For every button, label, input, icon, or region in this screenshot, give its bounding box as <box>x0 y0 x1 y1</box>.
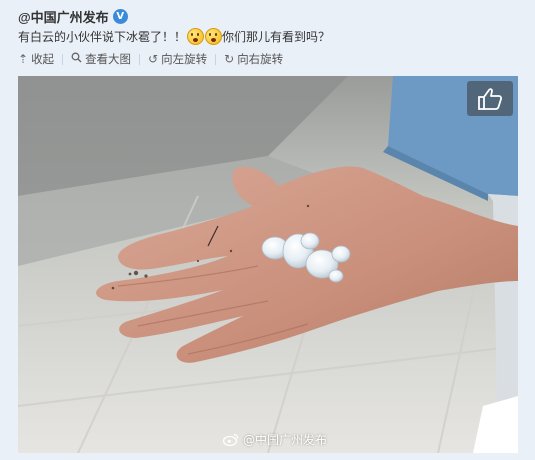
rotate-left-label: 向左旋转 <box>161 52 208 66</box>
collapse-label: 收起 <box>31 52 55 66</box>
watermark-text: @中国广州发布 <box>243 433 328 447</box>
toolbar-divider <box>215 53 217 65</box>
view-large-button[interactable]: 查看大图 <box>71 51 131 67</box>
post-author[interactable]: @中国广州发布 V <box>18 7 128 26</box>
author-name[interactable]: @中国广州发布 <box>18 7 109 26</box>
verified-badge-icon: V <box>112 9 128 24</box>
toolbar-divider <box>62 53 64 65</box>
thumbs-up-icon <box>478 87 503 110</box>
surprised-emoji-icon <box>205 28 223 45</box>
image-toolbar: ⇡ 收起 查看大图 ↺ 向左旋转 ↻ 向右旋转 <box>18 51 283 67</box>
surprised-emoji-icon <box>187 28 205 45</box>
photo-watermark: @中国广州发布 <box>223 431 327 448</box>
magnifier-icon <box>71 52 82 66</box>
like-button[interactable] <box>467 81 513 116</box>
rotate-right-icon: ↻ <box>224 52 235 66</box>
weibo-logo-icon <box>223 433 239 446</box>
hailstones-in-hand-image <box>18 76 518 453</box>
toolbar-divider <box>139 53 141 65</box>
collapse-button[interactable]: ⇡ 收起 <box>18 51 54 67</box>
post-text: 有白云的小伙伴说下冰雹了！！ 你们那儿有看到吗？ <box>18 28 330 45</box>
post-text-part-1: 有白云的小伙伴说下冰雹了！！ <box>18 30 187 44</box>
rotate-right-label: 向右旋转 <box>237 52 284 66</box>
view-large-label: 查看大图 <box>85 52 132 66</box>
rotate-right-button[interactable]: ↻ 向右旋转 <box>224 51 283 67</box>
rotate-left-button[interactable]: ↺ 向左旋转 <box>148 51 207 67</box>
post-photo[interactable]: @中国广州发布 <box>18 76 518 453</box>
post-text-part-2: 你们那儿有看到吗？ <box>222 30 331 44</box>
arrow-up-icon: ⇡ <box>18 52 29 66</box>
weibo-post-card: @中国广州发布 V 有白云的小伙伴说下冰雹了！！ 你们那儿有看到吗？ ⇡ 收起 … <box>0 0 535 460</box>
rotate-left-icon: ↺ <box>148 52 159 66</box>
